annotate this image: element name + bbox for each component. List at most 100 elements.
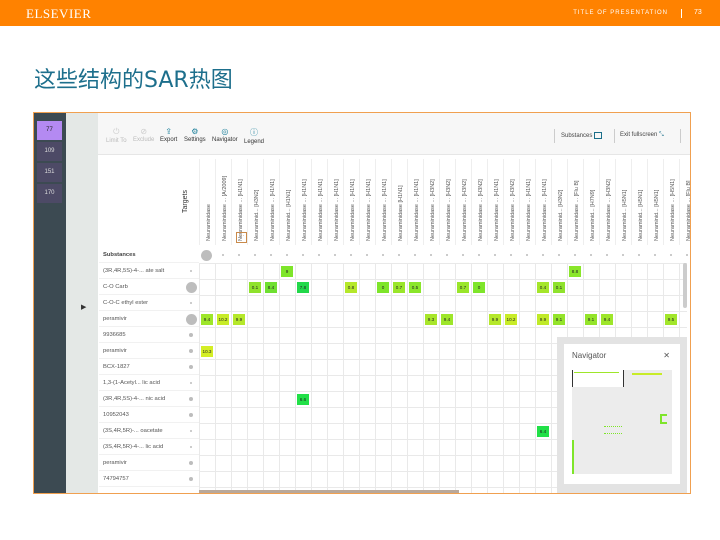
heatmap-cell[interactable]: 9.3: [425, 314, 437, 325]
substance-row-label[interactable]: (3R,4R,5S)-4-... nic acid: [99, 391, 199, 407]
column-header[interactable]: Neuraminidase ... [H3N2]: [423, 159, 439, 245]
column-header[interactable]: Neuraminid... [H1N1]: [279, 159, 295, 245]
heatmap-cell[interactable]: 9.9: [537, 314, 549, 325]
column-header[interactable]: Neuraminidase ... [H1N1]: [407, 159, 423, 245]
column-header[interactable]: Neuraminidase ... [H1N1]: [311, 159, 327, 245]
column-header[interactable]: Neuraminidase ... [H5N1]: [663, 159, 679, 245]
heatmap-cell[interactable]: 0: [377, 282, 389, 293]
heatmap-cell[interactable]: 0.1: [553, 282, 565, 293]
substance-row-label[interactable]: (3S,4R,5R)-4-... lic acid: [99, 439, 199, 455]
column-header[interactable]: Neuraminid... [H5N1]: [647, 159, 663, 245]
heatmap-cell[interactable]: 0.4: [537, 282, 549, 293]
heatmap-cell[interactable]: 9.4: [441, 314, 453, 325]
heatmap-cell[interactable]: 9.9: [489, 314, 501, 325]
substances-checkbox[interactable]: [594, 132, 603, 139]
heatmap-cell[interactable]: 8.4: [265, 282, 277, 293]
substance-row-label[interactable]: 10952043: [99, 407, 199, 423]
column-header[interactable]: Neuraminidase ... [H3N2]: [599, 159, 615, 245]
substance-row-label[interactable]: 74794757: [99, 471, 199, 487]
export-button[interactable]: ⇪ Export: [160, 127, 177, 143]
result-set-tile[interactable]: 151: [37, 163, 62, 182]
substance-row-label[interactable]: (3S,4R,5R)-... oacetate: [99, 423, 199, 439]
substance-row-label[interactable]: (3R,4R,5S)-4-... ate salt: [99, 263, 199, 279]
result-set-tile[interactable]: 170: [37, 184, 62, 203]
column-header[interactable]: Neuraminidase ... [H1N1]: [375, 159, 391, 245]
result-set-tile[interactable]: 77: [37, 121, 62, 140]
heatmap-cell[interactable]: 9.1: [585, 314, 597, 325]
column-header[interactable]: Neuraminidase ... [H3N2]: [471, 159, 487, 245]
heatmap-cell[interactable]: 0.8: [345, 282, 357, 293]
heatmap-cell[interactable]: 9.4: [601, 314, 613, 325]
heatmap-cell[interactable]: 9.9: [233, 314, 245, 325]
settings-button[interactable]: ⚙ Settings: [184, 127, 206, 143]
column-header[interactable]: Neuraminidase ... [H1N1]: [519, 159, 535, 245]
column-header[interactable]: Neuraminidase: [199, 159, 215, 245]
expand-arrow-icon[interactable]: ▶: [81, 303, 86, 311]
minimap-mark: [604, 426, 622, 434]
column-header[interactable]: Neuraminidase ... [Flu B]: [679, 159, 690, 245]
substance-row-label[interactable]: 1,3-(1-Acetyl... lic acid: [99, 375, 199, 391]
column-header-label: Neuraminid... [H5N1]: [622, 189, 628, 241]
column-header-label: Neuraminid... [H5N1]: [638, 189, 644, 241]
column-count-indicator: [398, 254, 400, 256]
substance-row-label[interactable]: C-O Carb: [99, 279, 199, 295]
toolbar-divider: [680, 129, 681, 143]
heatmap-cell[interactable]: 0: [473, 282, 485, 293]
substance-row-label[interactable]: 9936685: [99, 327, 199, 343]
heatmap-cell[interactable]: 7.8: [297, 282, 309, 293]
column-header[interactable]: Neuraminid... [H5N1]: [631, 159, 647, 245]
column-header[interactable]: Neuraminidase ... [H1N1]: [327, 159, 343, 245]
grid-line: [423, 263, 424, 493]
column-header[interactable]: Neuraminidase ... [Flu B]: [567, 159, 583, 245]
heatmap-cell[interactable]: 9.5: [665, 314, 677, 325]
substance-row-label[interactable]: BCX-1827: [99, 359, 199, 375]
column-more-button[interactable]: ···: [236, 232, 247, 243]
close-icon[interactable]: ✕: [663, 351, 670, 360]
heatmap-cell[interactable]: 6.6: [297, 394, 309, 405]
exclude-button[interactable]: ⊘ Exclude: [133, 127, 154, 143]
substances-toggle[interactable]: Substances: [561, 132, 603, 139]
heatmap-cell[interactable]: 10.2: [217, 314, 229, 325]
navigator-button[interactable]: ◎ Navigator: [212, 127, 238, 143]
exit-fullscreen-button[interactable]: Exit fullscreen ⤡: [620, 132, 664, 139]
column-header[interactable]: Neuraminidase ... [H1N1]: [487, 159, 503, 245]
column-header[interactable]: Neuraminidase [H1N1]: [391, 159, 407, 245]
column-header[interactable]: Neuraminidase ... [H3N2]: [455, 159, 471, 245]
column-header[interactable]: Neuraminid... [H3N2]: [247, 159, 263, 245]
heatmap-cell[interactable]: 0.1: [249, 282, 261, 293]
heatmap-cell[interactable]: 10.3: [201, 346, 213, 357]
column-header[interactable]: Neuraminid... [H7N9]: [583, 159, 599, 245]
grid-line: [279, 263, 280, 493]
navigator-minimap[interactable]: [572, 370, 672, 474]
substance-row-label[interactable]: peramivir: [99, 311, 199, 327]
heatmap-cell[interactable]: 0.7: [457, 282, 469, 293]
heatmap-cell[interactable]: 10.2: [505, 314, 517, 325]
column-header[interactable]: Neuraminidase ... [H1N1]: [343, 159, 359, 245]
heatmap-cell[interactable]: 0.5: [409, 282, 421, 293]
column-header[interactable]: Neuraminidase ... [H3N2]: [439, 159, 455, 245]
column-header[interactable]: Neuraminidase ... [H1N1]: [263, 159, 279, 245]
column-header[interactable]: Neuraminidase ... [A/2009]: [215, 159, 231, 245]
limit-to-button[interactable]: ⏻ Limit To: [106, 127, 127, 144]
legend-button[interactable]: ⓘ Legend: [244, 127, 264, 145]
heatmap-cell[interactable]: 9.1: [553, 314, 565, 325]
column-header[interactable]: Neuraminidase ... [H1N1]: [535, 159, 551, 245]
heatmap-cell[interactable]: 0.7: [393, 282, 405, 293]
substance-row-label[interactable]: peramivir: [99, 343, 199, 359]
heatmap-cell[interactable]: 9.4: [201, 314, 213, 325]
column-header[interactable]: Neuraminidase ... [H1N1]: [359, 159, 375, 245]
column-header[interactable]: Neuraminidase ... [H3N2]: [503, 159, 519, 245]
heatmap-cell[interactable]: 6.4: [537, 426, 549, 437]
column-header[interactable]: Neuraminid... [H3N2]: [551, 159, 567, 245]
column-header[interactable]: Neuraminidase ... [H1N1]: [295, 159, 311, 245]
substance-row-label[interactable]: peramivir: [99, 455, 199, 471]
targets-label: Targets: [182, 190, 189, 213]
horizontal-scrollbar[interactable]: [199, 490, 459, 493]
heatmap-cell[interactable]: 9: [281, 266, 293, 277]
heatmap-cell[interactable]: 8.8: [569, 266, 581, 277]
column-header-label: Neuraminid... [H7N9]: [590, 189, 596, 241]
column-header[interactable]: Neuraminid... [H5N1]: [615, 159, 631, 245]
vertical-scrollbar[interactable]: [683, 263, 687, 308]
substance-row-label[interactable]: C-O-C ethyl ester: [99, 295, 199, 311]
result-set-tile[interactable]: 109: [37, 142, 62, 161]
